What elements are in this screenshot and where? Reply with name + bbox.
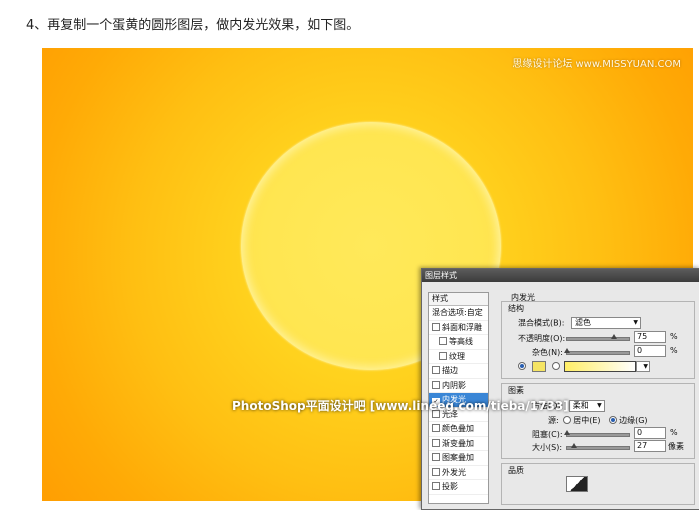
size-slider-thumb[interactable] (570, 443, 577, 448)
style-item[interactable]: 外发光 (429, 466, 488, 480)
step-instruction: 4、再复制一个蛋黄的圆形图层，做内发光效果，如下图。 (26, 18, 360, 33)
style-item-label: 图案叠加 (442, 453, 474, 462)
opacity-unit: % (670, 332, 678, 341)
style-item-label: 外发光 (442, 467, 466, 477)
gradient-dropdown[interactable]: ▼ (636, 361, 650, 372)
source-label: 源: (548, 416, 559, 425)
dialog-title: 图层样式 (422, 269, 699, 282)
style-item[interactable]: 内阴影 (429, 379, 488, 393)
size-label: 大小(S): (532, 443, 563, 452)
source-center-radio[interactable] (563, 416, 572, 424)
checkbox-icon[interactable] (432, 366, 440, 374)
checkbox-icon[interactable] (432, 322, 440, 331)
blend-mode-value: 滤色 (574, 318, 591, 327)
checkbox-icon[interactable] (432, 380, 440, 389)
method-value: 柔和 (572, 401, 589, 410)
style-item-label: 等高线 (449, 337, 473, 346)
style-item-label: 混合选项:自定 (432, 308, 483, 317)
glow-color-swatch[interactable] (532, 361, 546, 372)
elements-group: 图素 方法(Q): 柔和 ▼ 源: 居中(E) 边缘(G) 阻塞(C): 0 %… (501, 383, 695, 459)
size-input[interactable]: 27 (634, 440, 666, 452)
style-item[interactable]: 颜色叠加 (429, 422, 488, 437)
chevron-down-icon: ▼ (597, 402, 602, 409)
structure-group: 结构 混合模式(B): 滤色 ▼ 不透明度(O): 75 % 杂色(N): 0 … (501, 301, 695, 379)
noise-slider[interactable] (564, 348, 630, 355)
checkbox-icon[interactable] (432, 438, 440, 447)
style-item-label: 渐变叠加 (442, 438, 474, 448)
styles-header: 样式 (429, 293, 488, 306)
style-item[interactable]: 等高线 (429, 335, 488, 350)
checkbox-icon[interactable] (439, 337, 447, 345)
chevron-down-icon: ▼ (643, 363, 648, 370)
layer-style-dialog: 图层样式 样式 混合选项:自定 斜面和浮雕 等高线 纹理 描边 内阴影 ✓ 内发光 光泽 颜色叠加… (421, 268, 699, 510)
choke-slider-thumb[interactable] (564, 430, 570, 435)
style-item-label: 投影 (442, 482, 458, 491)
checkbox-icon[interactable] (432, 482, 440, 490)
quality-legend: 品质 (508, 466, 524, 475)
style-item[interactable]: 投影 (429, 480, 488, 495)
noise-input[interactable]: 0 (634, 345, 666, 357)
style-item[interactable]: 混合选项:自定 (429, 306, 488, 321)
noise-unit: % (670, 346, 678, 355)
choke-label: 阻塞(C): (532, 430, 563, 439)
style-item[interactable]: 渐变叠加 (429, 437, 488, 451)
opacity-input[interactable]: 75 (634, 331, 666, 343)
elements-legend: 图素 (508, 386, 524, 395)
blend-mode-label: 混合模式(B): (518, 318, 565, 328)
structure-legend: 结构 (508, 304, 524, 313)
watermark-top: 思缘设计论坛 www.MISSYUAN.COM (512, 59, 681, 70)
style-item-label: 颜色叠加 (442, 424, 474, 433)
style-item-label: 描边 (442, 366, 458, 375)
source-center-label: 居中(E) (573, 416, 601, 425)
quality-group: 品质 (501, 463, 695, 505)
opacity-slider[interactable] (566, 334, 630, 341)
source-edge-radio[interactable] (609, 416, 618, 424)
glow-gradient-picker[interactable] (564, 361, 636, 372)
checkbox-icon[interactable] (439, 351, 447, 360)
style-item-label: 斜面和浮雕 (442, 322, 482, 332)
style-item[interactable]: 图案叠加 (429, 451, 488, 466)
noise-label: 杂色(N): (532, 348, 563, 357)
choke-slider[interactable] (564, 430, 630, 437)
choke-input[interactable]: 0 (634, 427, 666, 439)
opacity-label: 不透明度(O): (518, 334, 566, 343)
checkbox-icon[interactable] (432, 424, 440, 432)
checkbox-icon[interactable] (432, 453, 440, 461)
noise-slider-thumb[interactable] (564, 348, 570, 353)
solid-color-radio[interactable] (518, 362, 526, 370)
size-unit: 像素 (668, 442, 684, 451)
contour-thumbnail[interactable] (566, 476, 588, 492)
style-item-label: 内阴影 (442, 380, 466, 390)
style-item[interactable]: 纹理 (429, 350, 488, 364)
style-item[interactable]: 斜面和浮雕 (429, 321, 488, 335)
style-item[interactable]: 描边 (429, 364, 488, 379)
blend-mode-select[interactable]: 滤色 ▼ (570, 317, 641, 329)
opacity-slider-thumb[interactable] (610, 334, 617, 339)
size-slider[interactable] (566, 443, 630, 450)
chevron-down-icon: ▼ (633, 319, 638, 326)
method-select[interactable]: 柔和 ▼ (568, 400, 605, 412)
choke-unit: % (670, 428, 678, 437)
source-edge-label: 边缘(G) (619, 416, 648, 425)
style-item-label: 纹理 (449, 351, 465, 361)
gradient-radio[interactable] (552, 362, 560, 370)
watermark-bottom: PhotoShop平面设计吧 [www.lineeg.com/tieba/173… (232, 399, 569, 413)
checkbox-icon[interactable] (432, 467, 440, 476)
